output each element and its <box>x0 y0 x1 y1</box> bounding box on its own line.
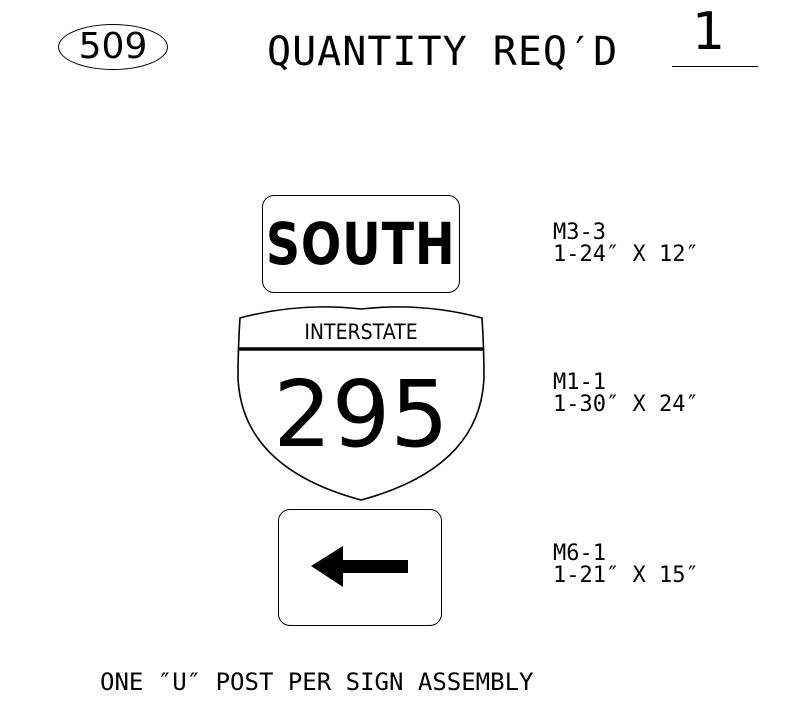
shield-sign-spec: M1-1 1-30″ X 24″ <box>553 372 699 416</box>
route-number: 295 <box>273 361 449 468</box>
south-cardinal-sign: SOUTH <box>262 195 460 293</box>
quantity-required-value: 1 <box>692 2 726 62</box>
interstate-banner: INTERSTATE <box>304 319 417 344</box>
left-arrow-icon <box>311 546 409 588</box>
sign-size: 1-24″ X 12″ <box>553 242 699 267</box>
sign-size: 1-30″ X 24″ <box>553 392 699 417</box>
sheet-number-badge: 509 <box>58 24 168 70</box>
post-note: ONE ″U″ POST PER SIGN ASSEMBLY <box>100 668 534 696</box>
sheet-number: 509 <box>78 26 148 67</box>
arrow-sign-spec: M6-1 1-21″ X 15″ <box>553 543 699 587</box>
quantity-underline <box>672 66 758 67</box>
sign-size: 1-21″ X 15″ <box>553 563 699 588</box>
south-legend: SOUTH <box>266 210 456 278</box>
directional-arrow-sign <box>278 509 442 626</box>
south-sign-spec: M3-3 1-24″ X 12″ <box>553 222 699 266</box>
quantity-required-label: QUANTITY REQ′D <box>267 29 619 75</box>
interstate-shield-sign: INTERSTATE 295 <box>237 306 485 501</box>
